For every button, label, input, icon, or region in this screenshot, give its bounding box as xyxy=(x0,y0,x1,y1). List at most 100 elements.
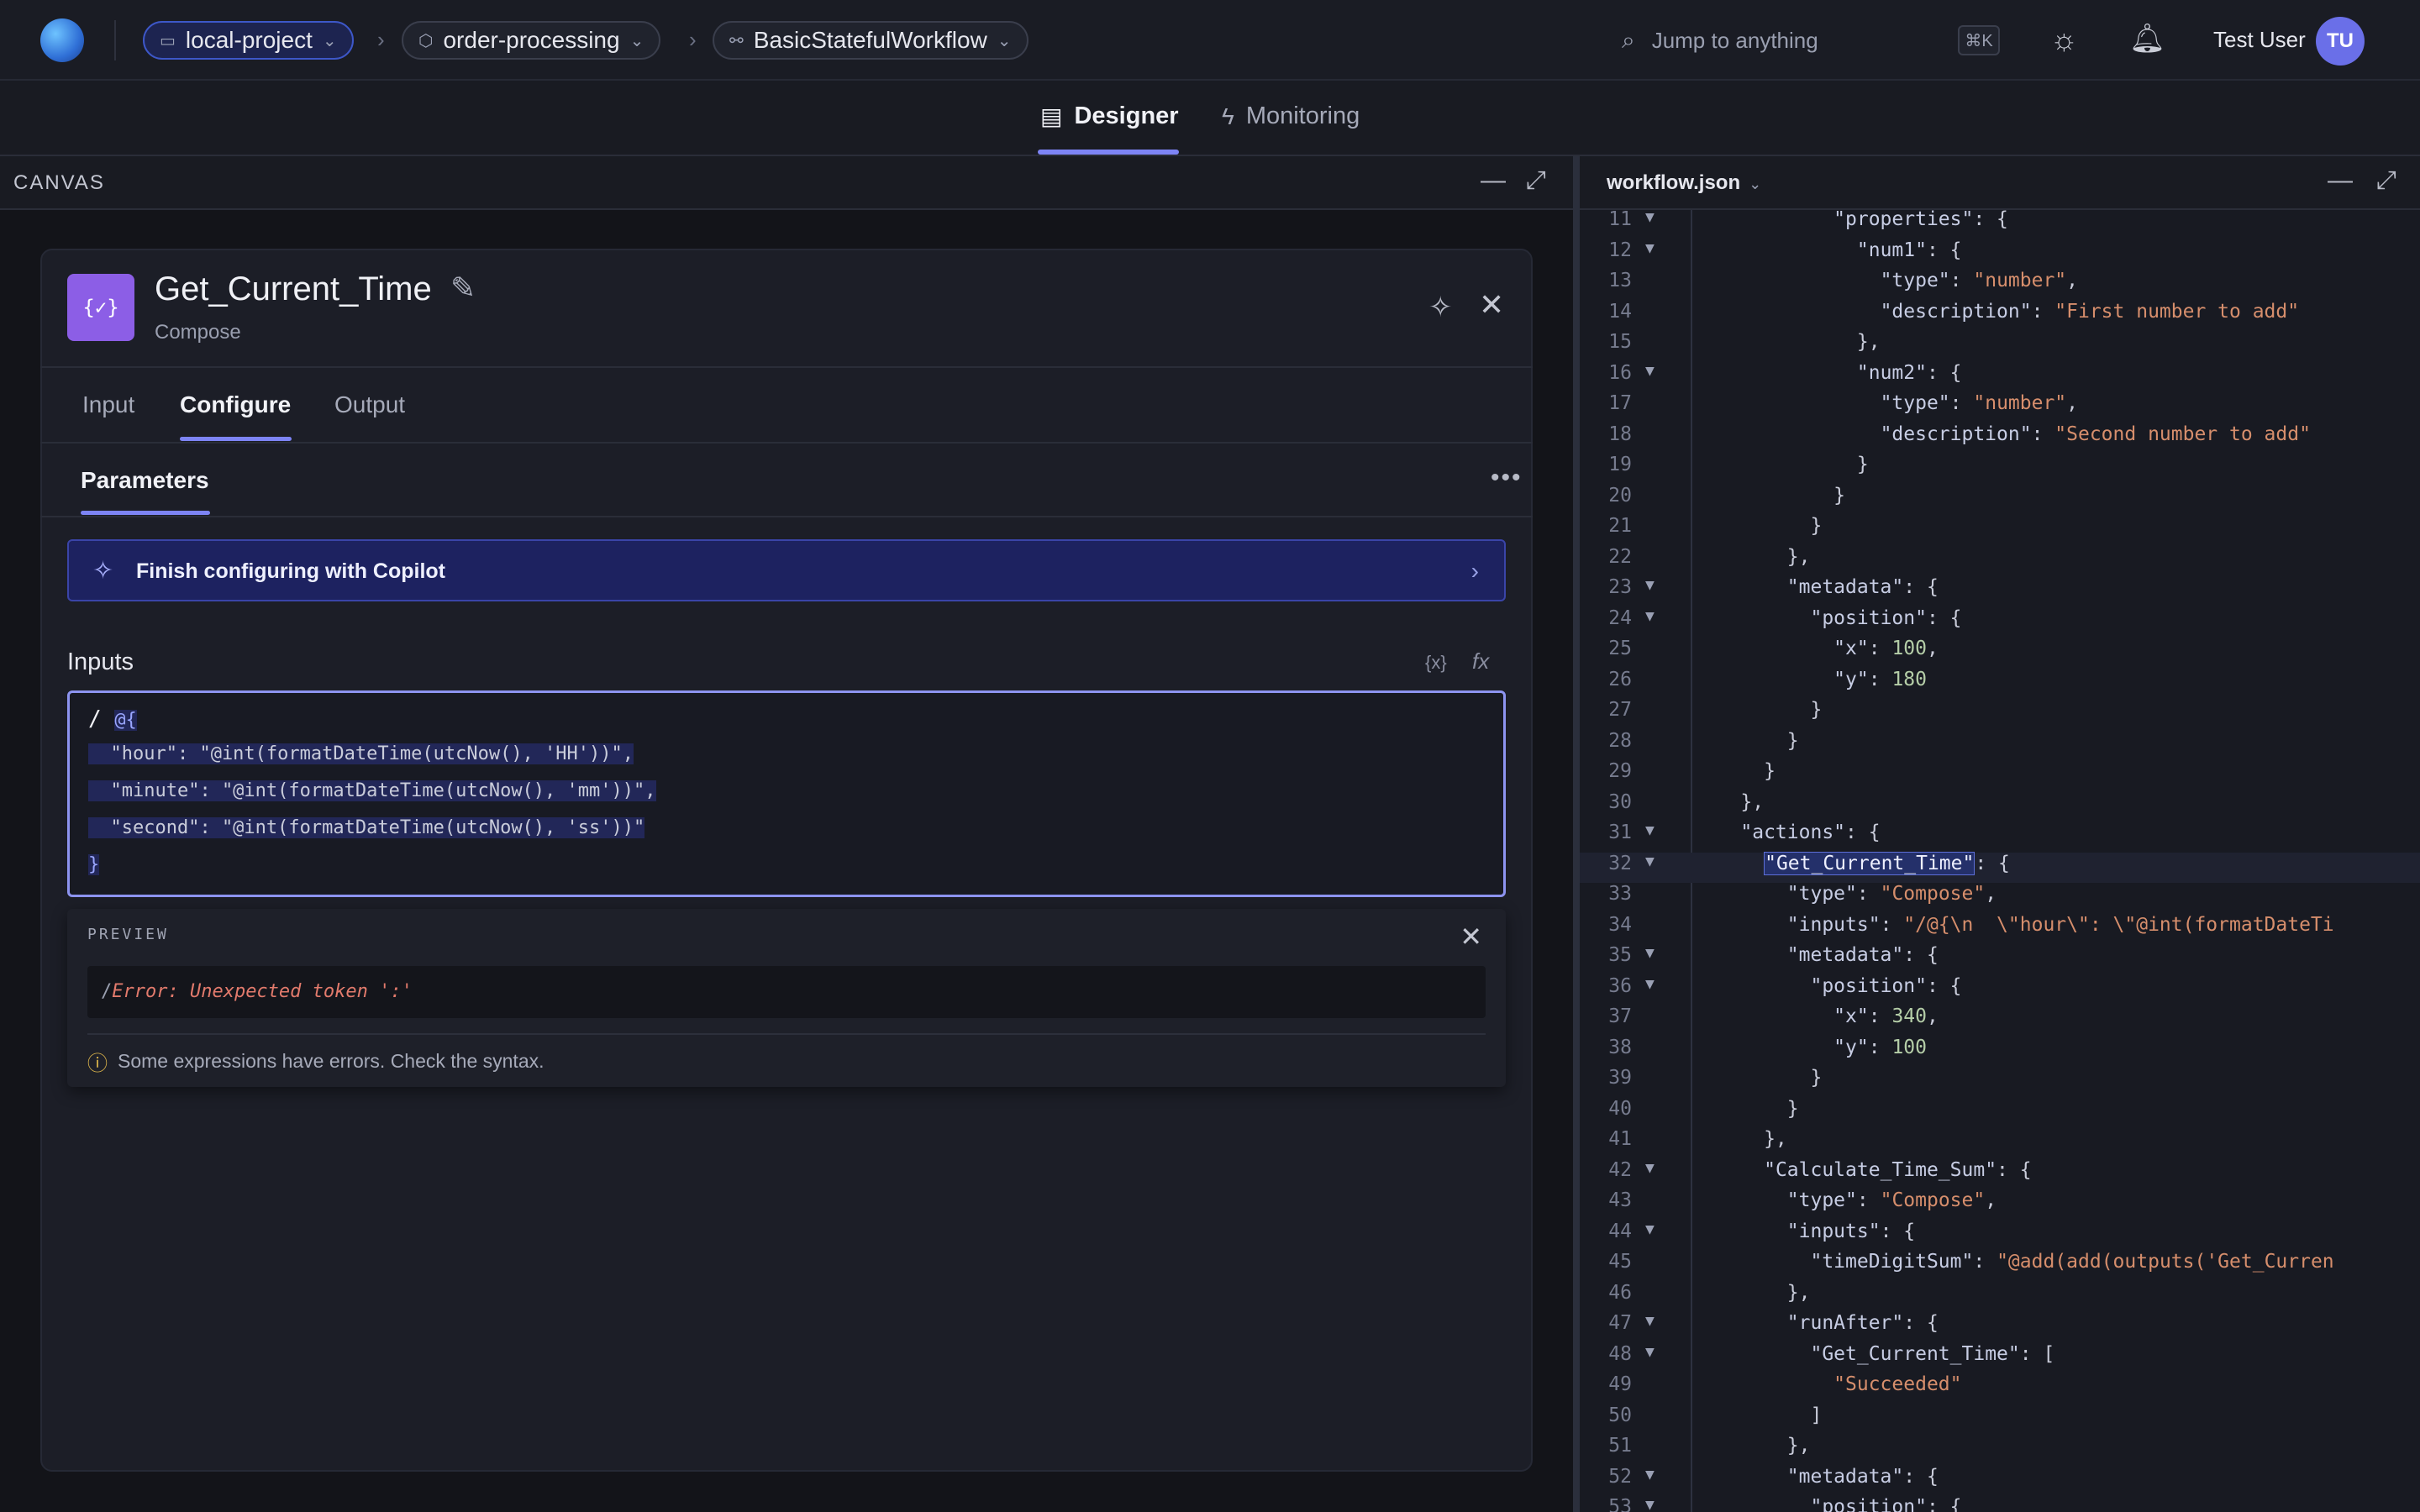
fold-toggle-icon[interactable]: ▼ xyxy=(1645,576,1655,594)
panel-splitter[interactable] xyxy=(1573,156,1580,1512)
code-line[interactable]: 40 } xyxy=(1580,1098,2420,1129)
expand-icon[interactable]: ⤢ xyxy=(1526,166,1546,195)
code-line[interactable]: 18 "description": "Second number to add" xyxy=(1580,423,2420,454)
copilot-label: Finish configuring with Copilot xyxy=(136,559,445,583)
code-line[interactable]: 43 "type": "Compose", xyxy=(1580,1189,2420,1221)
code-line[interactable]: 14 "description": "First number to add" xyxy=(1580,301,2420,332)
code-line[interactable]: 22 }, xyxy=(1580,546,2420,577)
variable-icon[interactable]: {x} xyxy=(1425,652,1447,674)
minimize-icon[interactable]: — xyxy=(1481,166,1506,195)
code-line[interactable]: 47 ▼ "runAfter": { xyxy=(1580,1312,2420,1343)
shortcut-badge: ⌘K xyxy=(1958,25,2000,55)
tab-input[interactable]: Input xyxy=(82,391,134,418)
tab-designer[interactable]: ▤ Designer xyxy=(1040,102,1179,130)
code-line[interactable]: 32 ▼ "Get_Current_Time": { xyxy=(1580,851,2420,883)
code-line[interactable]: 27 } xyxy=(1580,699,2420,730)
code-text: "position": { xyxy=(1810,606,1962,629)
code-line[interactable]: 53 ▼ "position": { xyxy=(1580,1496,2420,1512)
code-line[interactable]: 26 "y": 180 xyxy=(1580,669,2420,700)
fold-toggle-icon[interactable]: ▼ xyxy=(1645,1221,1655,1238)
line-number: 20 xyxy=(1608,484,1632,507)
code-line[interactable]: 39 } xyxy=(1580,1067,2420,1098)
tab-monitoring-label: Monitoring xyxy=(1245,102,1360,129)
fold-toggle-icon[interactable]: ▼ xyxy=(1645,607,1655,625)
fold-toggle-icon[interactable]: ▼ xyxy=(1645,362,1655,380)
fold-toggle-icon[interactable]: ▼ xyxy=(1645,1159,1655,1177)
fold-toggle-icon[interactable]: ▼ xyxy=(1645,1312,1655,1330)
avatar[interactable]: TU xyxy=(2316,17,2365,66)
code-line[interactable]: 19 } xyxy=(1580,454,2420,485)
code-line[interactable]: 42 ▼ "Calculate_Time_Sum": { xyxy=(1580,1159,2420,1190)
copilot-banner-button[interactable]: ✧ Finish configuring with Copilot › xyxy=(67,539,1506,601)
code-line[interactable]: 37 "x": 340, xyxy=(1580,1005,2420,1037)
fold-toggle-icon[interactable]: ▼ xyxy=(1645,822,1655,839)
code-line[interactable]: 52 ▼ "metadata": { xyxy=(1580,1466,2420,1497)
expand-icon[interactable]: ⤢ xyxy=(2376,166,2396,195)
fold-toggle-icon[interactable]: ▼ xyxy=(1645,1343,1655,1361)
code-line[interactable]: 30 }, xyxy=(1580,791,2420,822)
code-line[interactable]: 16 ▼ "num2": { xyxy=(1580,362,2420,393)
pencil-icon[interactable]: ✎ xyxy=(450,270,476,306)
parameters-heading[interactable]: Parameters xyxy=(81,467,209,494)
fold-toggle-icon[interactable]: ▼ xyxy=(1645,239,1655,257)
code-text: } xyxy=(1694,454,1869,475)
breadcrumb-workflow[interactable]: ⚯ BasicStatefulWorkflow ⌄ xyxy=(713,21,1028,60)
search-input[interactable]: ⌕ Jump to anything xyxy=(1622,20,2000,60)
breadcrumb-app[interactable]: ⬡ order-processing ⌄ xyxy=(402,21,661,60)
code-line[interactable]: 15 }, xyxy=(1580,331,2420,362)
fold-toggle-icon[interactable]: ▼ xyxy=(1645,853,1655,870)
code-line[interactable]: 46 }, xyxy=(1580,1282,2420,1313)
code-line[interactable]: 41 }, xyxy=(1580,1128,2420,1159)
minimize-icon[interactable]: — xyxy=(2328,166,2353,195)
code-line[interactable]: 36 ▼ "position": { xyxy=(1580,975,2420,1006)
fold-toggle-icon[interactable]: ▼ xyxy=(1645,975,1655,993)
sparkle-icon[interactable]: ✧ xyxy=(1428,291,1453,324)
code-line[interactable]: 38 "y": 100 xyxy=(1580,1037,2420,1068)
code-line[interactable]: 44 ▼ "inputs": { xyxy=(1580,1221,2420,1252)
function-icon[interactable]: fx xyxy=(1472,648,1489,675)
code-line[interactable]: 48 ▼ "Get_Current_Time": [ xyxy=(1580,1343,2420,1374)
inputs-expression-editor[interactable]: / @{ "hour": "@int(formatDateTime(utcNow… xyxy=(67,690,1506,897)
tab-output[interactable]: Output xyxy=(334,391,405,418)
code-line[interactable]: 17 "type": "number", xyxy=(1580,392,2420,423)
fold-toggle-icon[interactable]: ▼ xyxy=(1645,944,1655,962)
code-line[interactable]: 33 "type": "Compose", xyxy=(1580,883,2420,914)
code-line[interactable]: 25 "x": 100, xyxy=(1580,638,2420,669)
user-name[interactable]: Test User xyxy=(2213,27,2306,53)
tab-configure[interactable]: Configure xyxy=(180,391,291,418)
code-line[interactable]: 24 ▼ "position": { xyxy=(1580,607,2420,638)
code-line[interactable]: 23 ▼ "metadata": { xyxy=(1580,576,2420,607)
fold-toggle-icon[interactable]: ▼ xyxy=(1645,210,1655,226)
code-line[interactable]: 35 ▼ "metadata": { xyxy=(1580,944,2420,975)
code-line[interactable]: 13 "type": "number", xyxy=(1580,270,2420,301)
breadcrumb-project-label: local-project xyxy=(185,27,313,53)
tab-monitoring[interactable]: ϟ Monitoring xyxy=(1222,102,1360,130)
code-line[interactable]: 49 "Succeeded" xyxy=(1580,1373,2420,1404)
code-line[interactable]: 21 } xyxy=(1580,515,2420,546)
more-options-icon[interactable]: ••• xyxy=(1491,464,1523,492)
fold-toggle-icon[interactable]: ▼ xyxy=(1645,1496,1655,1512)
code-line[interactable]: 11 ▼ "properties": { xyxy=(1580,210,2420,239)
notification-bell-icon[interactable]: 🔔︎ xyxy=(2129,22,2165,55)
code-line[interactable]: 20 } xyxy=(1580,485,2420,516)
close-icon[interactable]: ✕ xyxy=(1479,287,1504,323)
file-selector[interactable]: workflow.json ⌄ xyxy=(1607,171,1761,195)
line-number: 50 xyxy=(1608,1404,1632,1426)
code-line[interactable]: 45 "timeDigitSum": "@add(add(outputs('Ge… xyxy=(1580,1251,2420,1282)
code-text: }, xyxy=(1694,331,1881,353)
code-text: "actions": { xyxy=(1740,822,1881,843)
code-line[interactable]: 34 "inputs": "/@{\n \"hour\": \"@int(for… xyxy=(1580,914,2420,945)
line-number: 35 xyxy=(1608,944,1632,966)
code-line[interactable]: 50 ] xyxy=(1580,1404,2420,1436)
code-line[interactable]: 51 }, xyxy=(1580,1435,2420,1466)
close-icon[interactable]: ✕ xyxy=(1460,921,1482,953)
app-logo-icon[interactable] xyxy=(40,18,84,62)
code-line[interactable]: 12 ▼ "num1": { xyxy=(1580,239,2420,270)
code-line[interactable]: 29 } xyxy=(1580,760,2420,791)
code-line[interactable]: 31 ▼ "actions": { xyxy=(1580,822,2420,853)
theme-toggle-icon[interactable]: ☼ xyxy=(2050,22,2078,57)
code-editor[interactable]: 11 ▼ "properties": {12 ▼ "num1": {13 "type… xyxy=(1580,210,2420,1512)
fold-toggle-icon[interactable]: ▼ xyxy=(1645,1466,1655,1483)
code-line[interactable]: 28 } xyxy=(1580,730,2420,761)
breadcrumb-project[interactable]: ▭ local-project ⌄ xyxy=(143,21,354,60)
